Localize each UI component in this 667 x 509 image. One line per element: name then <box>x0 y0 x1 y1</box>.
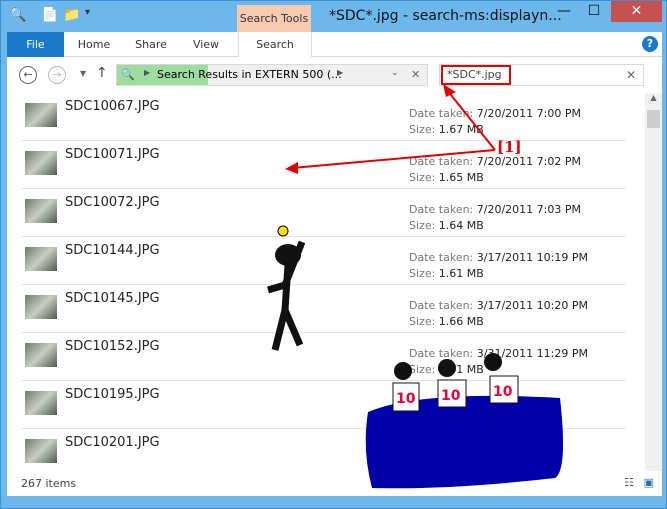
new-folder-icon[interactable]: 📁 <box>63 7 80 23</box>
image-thumbnail <box>25 103 57 127</box>
file-row[interactable]: SDC10072.JPG Date taken: 7/20/2011 7:03 P… <box>21 189 626 237</box>
date-taken: Date taken: 3/17/2011 10:20 PM <box>409 299 588 312</box>
properties-icon[interactable]: 📄 <box>41 7 58 23</box>
file-size: Size: 1.67 MB <box>409 123 484 136</box>
file-name: SDC10144.JPG <box>65 243 160 258</box>
file-name: SDC10071.JPG <box>65 147 160 162</box>
file-row[interactable]: SDC10145.JPG Date taken: 3/17/2011 10:20 … <box>21 285 626 333</box>
item-count: 267 items <box>21 477 77 490</box>
tab-file[interactable]: File <box>7 32 64 57</box>
explorer-window: 🔍 📄 📁 ▾ Search Tools *SDC*.jpg - search-… <box>0 0 667 509</box>
tab-share[interactable]: Share <box>127 32 175 57</box>
tab-home[interactable]: Home <box>69 32 119 57</box>
forward-button[interactable]: → <box>48 66 66 84</box>
recent-locations-icon[interactable]: ▼ <box>80 69 86 78</box>
image-thumbnail <box>25 391 57 415</box>
image-thumbnail <box>25 295 57 319</box>
tab-view[interactable]: View <box>183 32 229 57</box>
file-row[interactable]: SDC10067.JPG Date taken: 7/20/2011 7:00 P… <box>21 93 626 141</box>
address-dropdown-icon[interactable]: ⌄ <box>391 68 399 78</box>
chevron-right-icon[interactable]: ▶ <box>337 68 343 77</box>
up-button[interactable]: ↑ <box>96 65 108 81</box>
navigation-bar: ← → ▼ ↑ 🔍 ▶ Search Results in EXTERN 500… <box>7 57 662 93</box>
large-icons-view-icon[interactable]: ▣ <box>644 476 654 489</box>
file-row[interactable]: SDC10071.JPG Date taken: 7/20/2011 7:02 P… <box>21 141 626 189</box>
scrollbar-thumb[interactable] <box>647 110 660 128</box>
help-icon[interactable]: ? <box>642 36 658 52</box>
title-bar: 🔍 📄 📁 ▾ Search Tools *SDC*.jpg - search-… <box>1 1 666 32</box>
file-name: SDC10201.JPG <box>65 435 160 450</box>
image-thumbnail <box>25 247 57 271</box>
file-name: SDC10072.JPG <box>65 195 160 210</box>
file-size: Size: 1.61 MB <box>409 363 484 376</box>
file-name: SDC10067.JPG <box>65 99 160 114</box>
window-title: *SDC*.jpg - search-ms:displayn... <box>329 8 562 24</box>
clear-address-icon[interactable]: ✕ <box>411 68 420 81</box>
file-size: Size: 1.61 MB <box>409 267 484 280</box>
search-input[interactable]: *SDC*.jpg ✕ <box>439 64 644 86</box>
details-view-icon[interactable]: ☷ <box>624 476 634 489</box>
file-size: Size: 1.66 MB <box>409 315 484 328</box>
chevron-right-icon: ▶ <box>144 68 151 77</box>
date-taken: Date taken: 7/20/2011 7:00 PM <box>409 107 581 120</box>
date-taken: Date taken: 7/20/2011 7:03 PM <box>409 203 581 216</box>
date-taken: Date taken: 7/20/2011 7:02 PM <box>409 155 581 168</box>
date-taken: Date taken: 3/17/2011 10:19 PM <box>409 251 588 264</box>
file-name: SDC10152.JPG <box>65 339 160 354</box>
file-size: Size: 1.65 MB <box>409 171 484 184</box>
minimize-button[interactable]: — <box>549 1 579 22</box>
file-row[interactable]: SDC10144.JPG Date taken: 3/17/2011 10:19 … <box>21 237 626 285</box>
image-thumbnail <box>25 151 57 175</box>
maximize-button[interactable]: ☐ <box>579 1 609 22</box>
file-size: Size: 1.64 MB <box>409 219 484 232</box>
back-button[interactable]: ← <box>19 66 37 84</box>
file-row[interactable]: SDC10152.JPG Date taken: 3/31/2011 11:29 … <box>21 333 626 381</box>
image-thumbnail <box>25 343 57 367</box>
file-row[interactable]: SDC10195.JPG <box>21 381 626 429</box>
file-list: SDC10067.JPG Date taken: 7/20/2011 7:00 P… <box>7 93 662 471</box>
scroll-up-icon[interactable]: ▲ <box>645 93 662 102</box>
tab-search[interactable]: Search <box>238 32 312 57</box>
file-name: SDC10145.JPG <box>65 291 160 306</box>
image-thumbnail <box>25 199 57 223</box>
file-row[interactable]: SDC10201.JPG <box>21 429 626 471</box>
status-bar: 267 items ☷ ▣ <box>7 471 662 496</box>
address-text: Search Results in EXTERN 500 (... <box>157 68 342 81</box>
search-icon[interactable]: 🔍 <box>9 7 26 23</box>
vertical-scrollbar[interactable]: ▲ <box>645 93 662 471</box>
image-thumbnail <box>25 439 57 463</box>
clear-search-icon[interactable]: ✕ <box>626 68 636 82</box>
customize-toolbar-icon[interactable]: ▾ <box>85 7 90 18</box>
file-name: SDC10195.JPG <box>65 387 160 402</box>
search-location-icon: 🔍 <box>121 68 135 81</box>
search-query[interactable]: *SDC*.jpg <box>441 65 511 85</box>
close-button[interactable]: ✕ <box>611 1 662 22</box>
date-taken: Date taken: 3/31/2011 11:29 PM <box>409 347 588 360</box>
address-bar[interactable]: 🔍 ▶ Search Results in EXTERN 500 (... ▶ … <box>116 64 428 86</box>
context-tab-search-tools: Search Tools <box>237 5 311 32</box>
ribbon: File Home Share View Search ? <box>7 32 662 57</box>
